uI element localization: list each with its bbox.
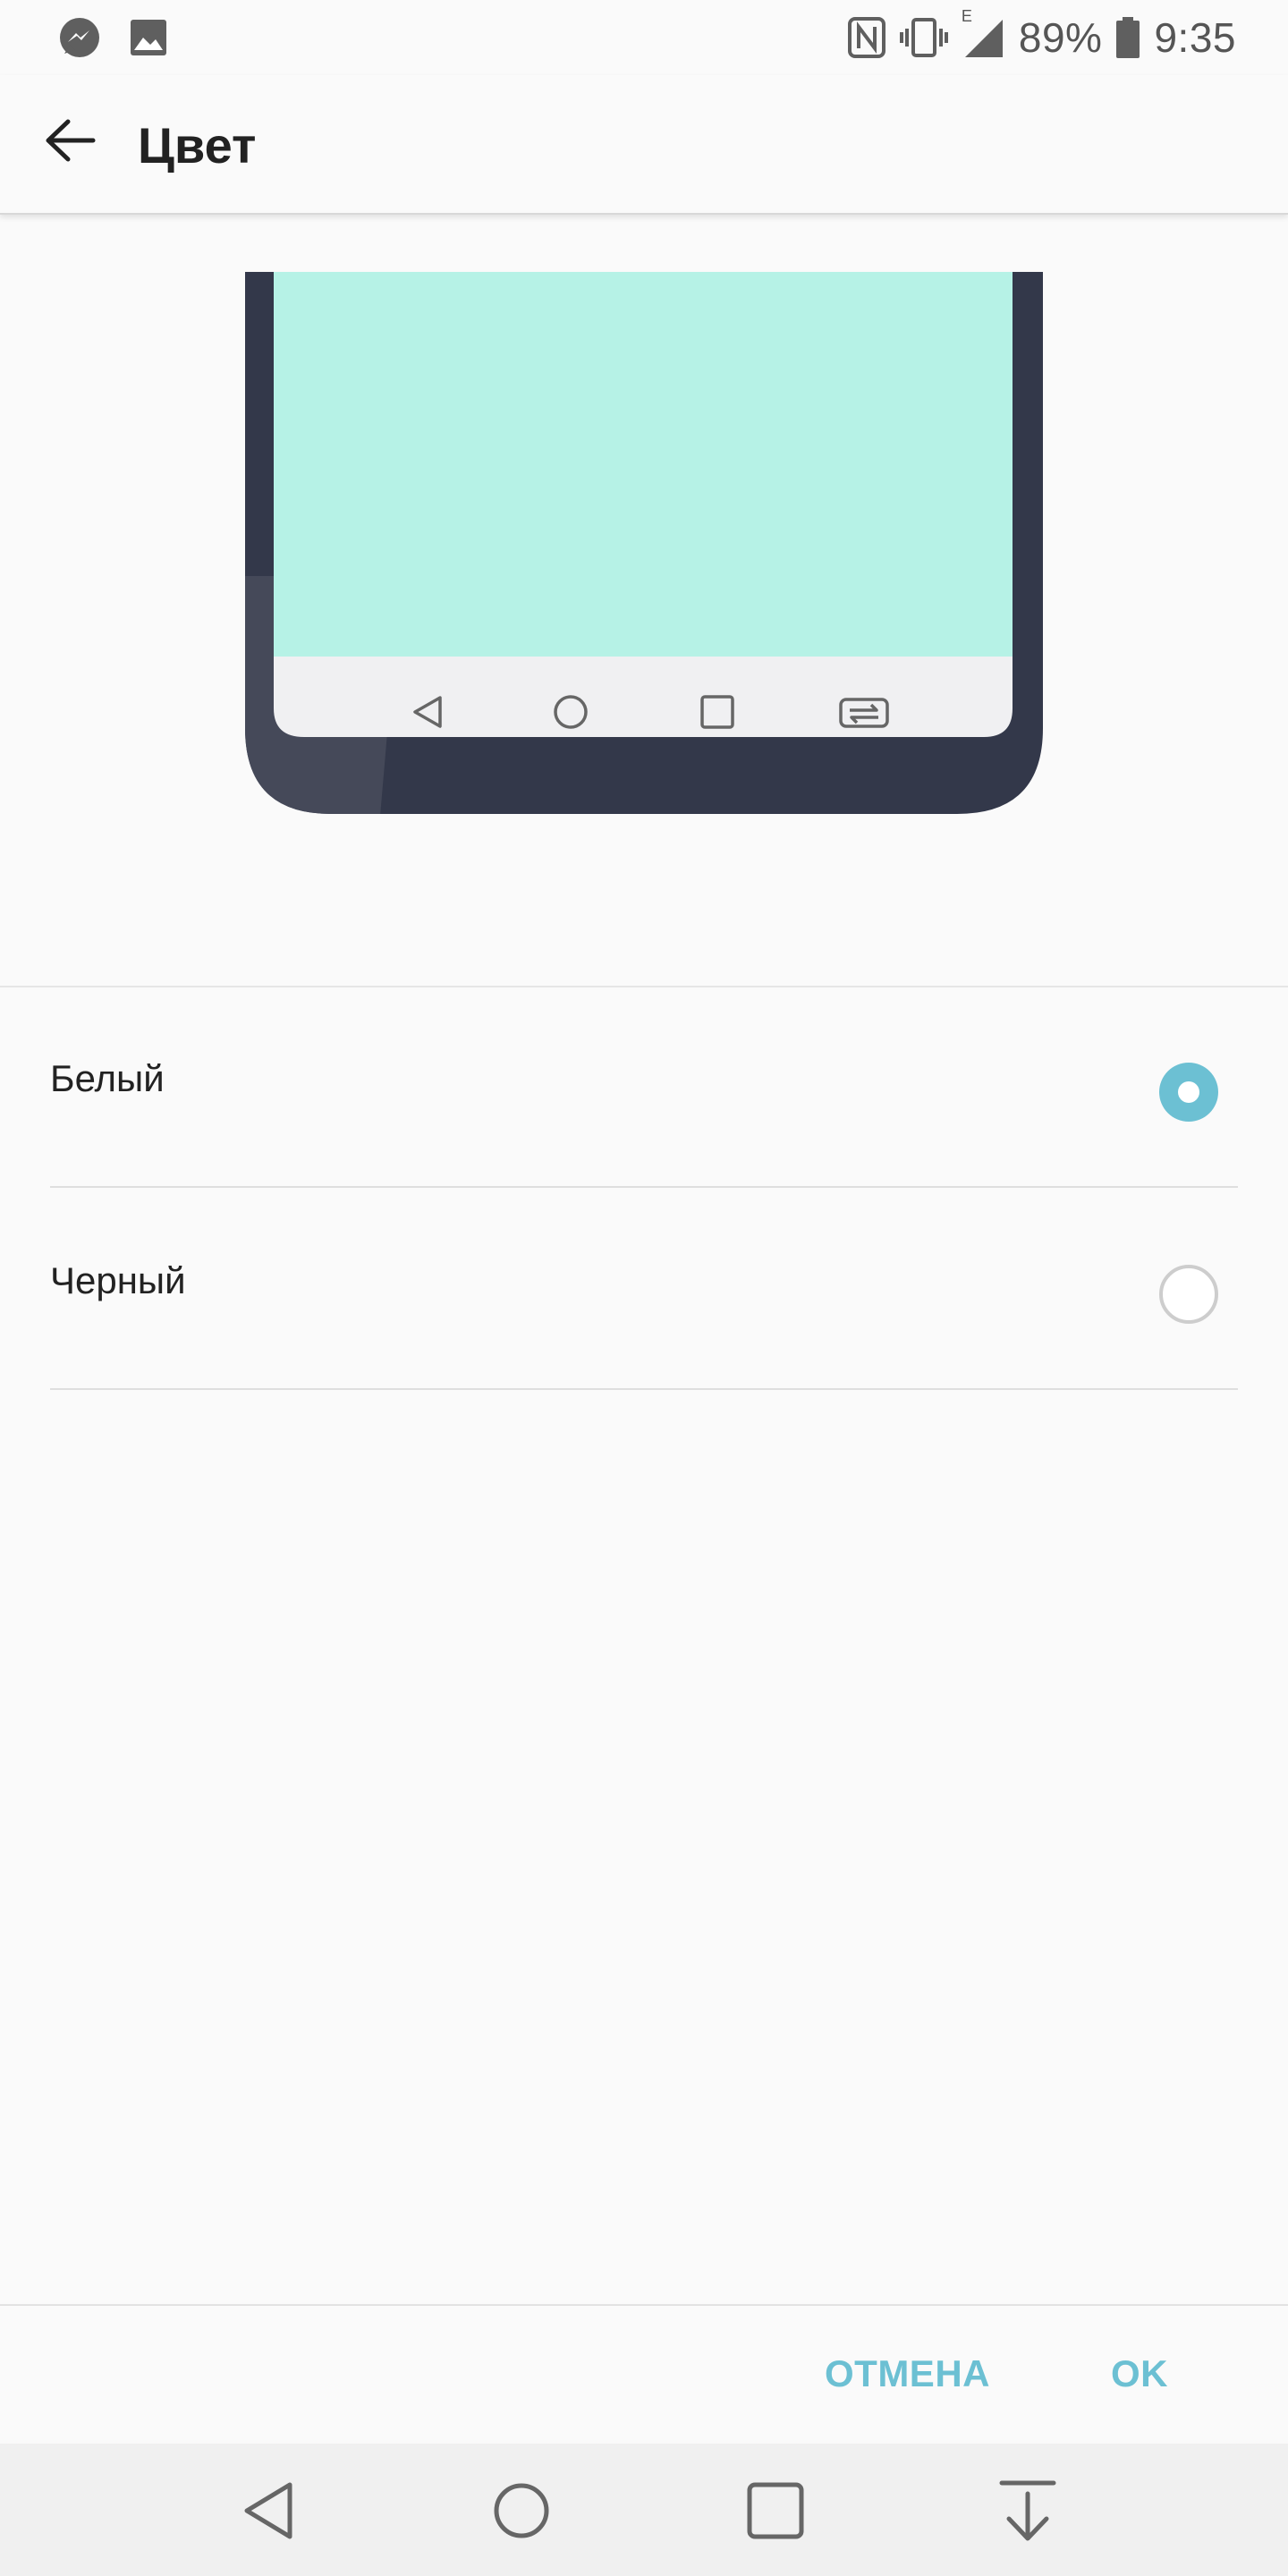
option-label: Черный	[50, 1259, 186, 1301]
nav-back-icon[interactable]	[238, 2479, 301, 2542]
back-arrow-icon[interactable]	[39, 109, 102, 172]
dialog-action-bar: ОТМЕНА OK	[0, 2304, 1288, 2445]
app-bar: Цвет	[0, 75, 1288, 215]
nfc-icon	[847, 17, 886, 58]
color-preview	[245, 272, 1043, 814]
radio-black[interactable]	[1159, 1265, 1218, 1324]
nav-notification-pull-icon[interactable]	[996, 2478, 1059, 2544]
option-white[interactable]: Белый	[50, 987, 1238, 1188]
system-nav-bar	[0, 2444, 1288, 2576]
status-bar: E 89% 9:35	[0, 0, 1288, 75]
divider	[50, 1388, 1238, 1390]
divider	[50, 1186, 1238, 1188]
battery-icon	[1116, 17, 1140, 58]
option-label: Белый	[50, 1057, 165, 1099]
signal-icon: E	[962, 7, 1006, 59]
nav-recents-icon[interactable]	[744, 2479, 807, 2542]
nav-home-icon[interactable]	[490, 2479, 553, 2542]
radio-white-selected[interactable]	[1159, 1063, 1218, 1122]
battery-percent: 89%	[1018, 14, 1103, 61]
option-black[interactable]: Черный	[50, 1190, 1238, 1390]
messenger-icon	[60, 18, 99, 57]
gallery-icon	[131, 20, 166, 55]
vibrate-icon	[899, 18, 948, 57]
cancel-button[interactable]: ОТМЕНА	[825, 2352, 990, 2395]
page-title: Цвет	[138, 117, 257, 174]
ok-button[interactable]: OK	[1111, 2352, 1168, 2395]
clock: 9:35	[1154, 14, 1236, 61]
phone-screen	[274, 272, 1013, 657]
status-indicators: E 89% 9:35	[847, 7, 1236, 63]
